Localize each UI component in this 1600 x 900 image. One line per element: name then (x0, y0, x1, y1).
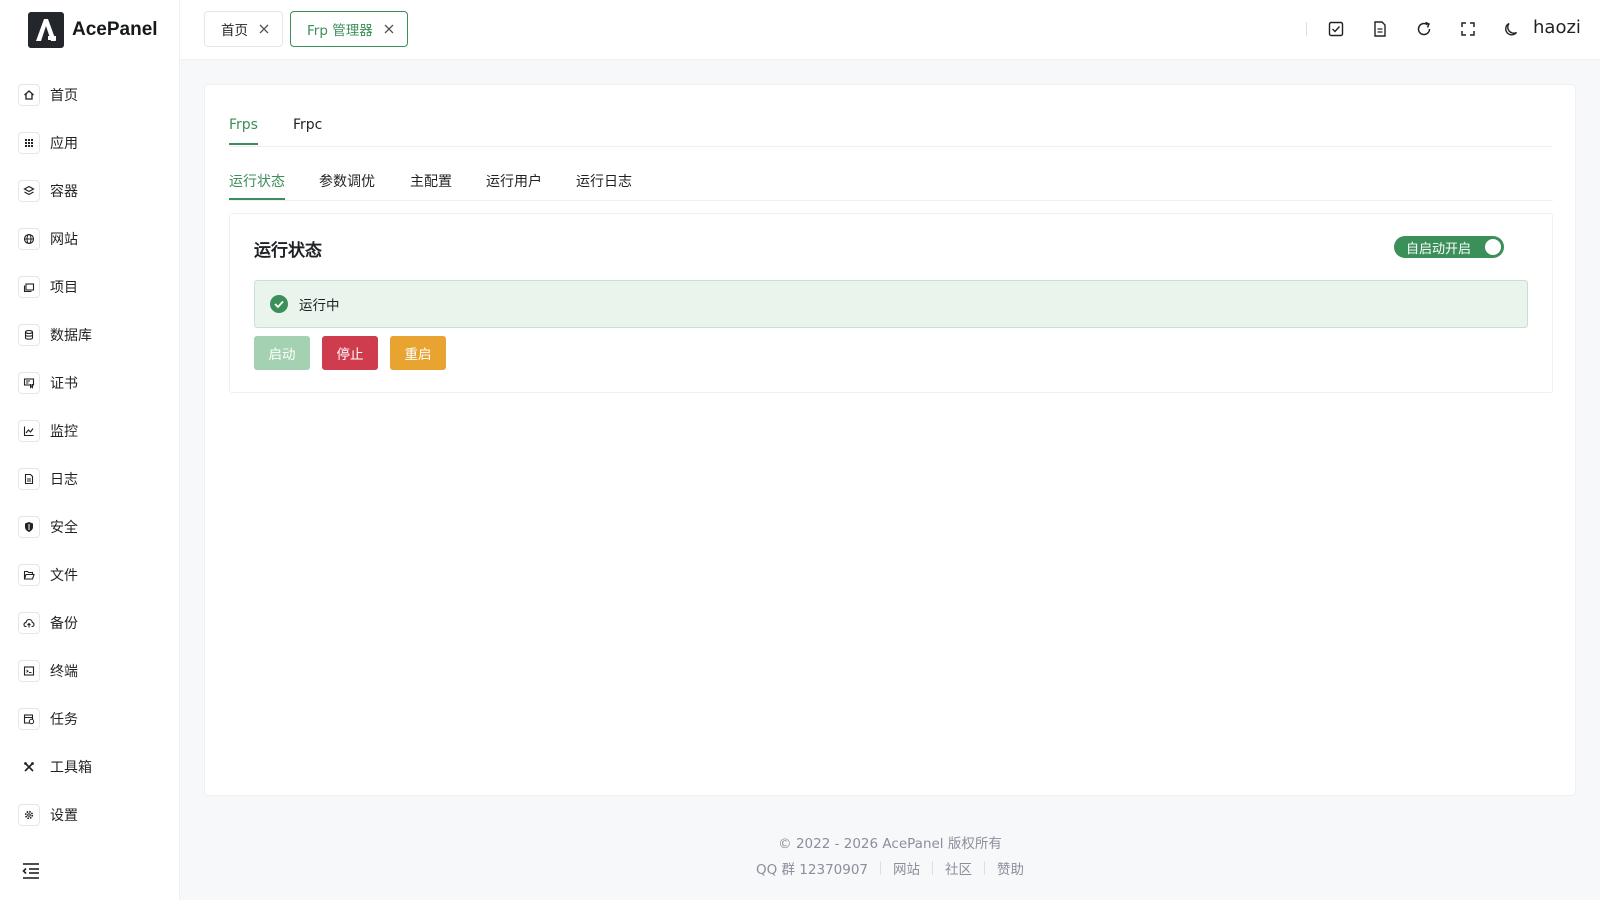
tab-frpc[interactable]: Frpc (293, 117, 322, 133)
footer: © 2022 - 2026 AcePanel 版权所有 QQ 群 1237090… (180, 832, 1600, 878)
tab-label: 首页 (221, 23, 248, 39)
sidebar-item-websites[interactable]: 网站 (18, 215, 168, 263)
shield-icon (18, 516, 40, 538)
app-name: AcePanel (72, 19, 158, 40)
tools-icon (18, 756, 40, 778)
sidebar-item-monitor[interactable]: 监控 (18, 407, 168, 455)
check-circle-icon (270, 295, 288, 313)
terminal-icon (18, 660, 40, 682)
sidebar-item-database[interactable]: 数据库 (18, 311, 168, 359)
footer-link-website[interactable]: 网站 (881, 858, 932, 878)
sidebar-item-logs[interactable]: 日志 (18, 455, 168, 503)
sidebar-item-label: 文件 (50, 568, 78, 584)
restart-button[interactable]: 重启 (390, 336, 446, 370)
sub-tabs: 运行状态 参数调优 主配置 运行用户 运行日志 (229, 161, 1553, 201)
copyright: © 2022 - 2026 AcePanel 版权所有 (778, 836, 1002, 852)
sidebar-item-projects[interactable]: 项目 (18, 263, 168, 311)
document-icon[interactable] (1369, 18, 1391, 40)
chart-line-icon (18, 420, 40, 442)
sidebar-item-label: 项目 (50, 280, 78, 296)
active-tab-indicator (229, 143, 258, 145)
sidebar-item-label: 数据库 (50, 328, 92, 344)
panel-title: 运行状态 (254, 241, 322, 261)
home-icon (18, 84, 40, 106)
active-subtab-indicator (229, 198, 285, 200)
sidebar-item-label: 应用 (50, 136, 78, 152)
tab-main-config[interactable]: 主配置 (410, 171, 452, 191)
sidebar-item-label: 工具箱 (50, 760, 92, 776)
sidebar-item-label: 终端 (50, 664, 78, 680)
sidebar-item-label: 备份 (50, 616, 78, 632)
tab-run-user[interactable]: 运行用户 (486, 171, 542, 191)
close-icon[interactable] (258, 23, 270, 35)
tab-frp-manager[interactable]: Frp 管理器 (290, 11, 408, 47)
gear-icon (18, 804, 40, 826)
sidebar-item-security[interactable]: 安全 (18, 503, 168, 551)
start-button[interactable]: 启动 (254, 336, 310, 370)
header: 首页 Frp 管理器 haozi (180, 0, 1600, 60)
sidebar-item-certificates[interactable]: 证书 (18, 359, 168, 407)
cloud-upload-icon (18, 612, 40, 634)
tab-param-tuning[interactable]: 参数调优 (319, 171, 375, 191)
sidebar-item-home[interactable]: 首页 (18, 71, 168, 119)
tab-run-status[interactable]: 运行状态 (229, 171, 285, 191)
collapse-sidebar-icon[interactable] (20, 860, 42, 882)
footer-links: QQ 群 12370907 网站 社区 赞助 (180, 858, 1600, 878)
status-panel: 运行状态 自启动开启 运行中 启动 停止 重启 (229, 213, 1553, 393)
sidebar-item-backup[interactable]: 备份 (18, 599, 168, 647)
autostart-label: 自启动开启 (1406, 241, 1472, 257)
file-text-icon (18, 468, 40, 490)
folder-open-icon (18, 564, 40, 586)
tab-frps[interactable]: Frps (229, 117, 258, 133)
fullscreen-icon[interactable] (1457, 18, 1479, 40)
sidebar-item-label: 日志 (50, 472, 78, 488)
footer-link-sponsor[interactable]: 赞助 (985, 858, 1036, 878)
apps-grid-icon (18, 132, 40, 154)
sidebar-item-label: 网站 (50, 232, 78, 248)
acepanel-logo-icon (28, 12, 64, 48)
qq-group: QQ 群 12370907 (755, 862, 869, 878)
footer-link-community[interactable]: 社区 (933, 858, 984, 878)
sidebar-item-settings[interactable]: 设置 (18, 791, 168, 839)
header-divider (1306, 22, 1307, 36)
refresh-icon[interactable] (1413, 18, 1435, 40)
top-tabs: Frps Frpc (229, 107, 1553, 147)
sidebar-nav: 首页 应用 容器 网站 项目 数据库 证书 监控 日志 安全 文件 备份 终端 … (18, 71, 168, 839)
username[interactable]: haozi (1533, 17, 1581, 38)
sidebar-item-tasks[interactable]: 任务 (18, 695, 168, 743)
sidebar-item-label: 首页 (50, 88, 78, 104)
autostart-toggle[interactable]: 自启动开启 (1394, 236, 1504, 258)
task-calendar-icon (18, 708, 40, 730)
sidebar-item-apps[interactable]: 应用 (18, 119, 168, 167)
toggle-knob (1485, 239, 1501, 255)
sidebar-item-label: 设置 (50, 808, 78, 824)
layers-icon (18, 180, 40, 202)
close-icon[interactable] (383, 23, 395, 35)
sidebar-item-label: 监控 (50, 424, 78, 440)
sidebar: AcePanel 首页 应用 容器 网站 项目 数据库 证书 监控 日志 安全 … (0, 0, 180, 900)
tab-label: Frp 管理器 (307, 23, 373, 39)
tab-home[interactable]: 首页 (204, 11, 283, 47)
sidebar-item-label: 安全 (50, 520, 78, 536)
status-text: 运行中 (299, 298, 340, 314)
brand[interactable]: AcePanel (28, 12, 158, 48)
status-alert: 运行中 (254, 280, 1528, 328)
checkbox-icon[interactable] (1325, 18, 1347, 40)
sidebar-item-toolbox[interactable]: 工具箱 (18, 743, 168, 791)
globe-icon (18, 228, 40, 250)
sidebar-item-containers[interactable]: 容器 (18, 167, 168, 215)
sidebar-item-label: 容器 (50, 184, 78, 200)
main-card: Frps Frpc 运行状态 参数调优 主配置 运行用户 运行日志 运行状态 自… (204, 84, 1576, 796)
sidebar-item-label: 任务 (50, 712, 78, 728)
database-icon (18, 324, 40, 346)
sidebar-item-files[interactable]: 文件 (18, 551, 168, 599)
sidebar-item-label: 证书 (50, 376, 78, 392)
folders-icon (18, 276, 40, 298)
tab-run-log[interactable]: 运行日志 (576, 171, 632, 191)
stop-button[interactable]: 停止 (322, 336, 378, 370)
certificate-icon (18, 372, 40, 394)
dark-mode-icon[interactable] (1501, 18, 1523, 40)
sidebar-item-terminal[interactable]: 终端 (18, 647, 168, 695)
